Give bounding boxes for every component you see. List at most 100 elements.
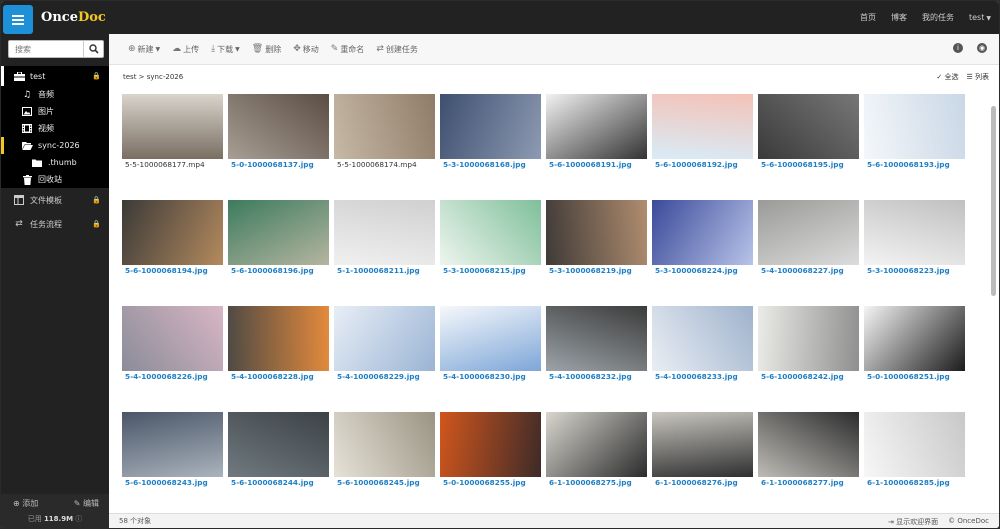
create-task-button[interactable]: ⇄ 创建任务: [376, 44, 418, 55]
image-thumbnail[interactable]: [334, 306, 435, 371]
file-tile[interactable]: 5-5-1000068174.mp4: [334, 94, 435, 192]
file-tile[interactable]: 6-1-1000068277.jpg: [758, 412, 859, 510]
tree-item-thumb[interactable]: .thumb: [1, 154, 109, 171]
info-icon[interactable]: i: [953, 43, 963, 53]
tree-item-images[interactable]: 图片: [1, 103, 109, 120]
image-thumbnail[interactable]: [122, 200, 223, 265]
image-thumbnail[interactable]: [652, 412, 753, 477]
image-thumbnail[interactable]: [334, 412, 435, 477]
image-thumbnail[interactable]: [758, 412, 859, 477]
tree-item-audio[interactable]: ♫ 音频: [1, 86, 109, 103]
file-name[interactable]: 5-3-1000068215.jpg: [443, 266, 526, 275]
file-tile[interactable]: 5-3-1000068224.jpg: [652, 200, 753, 298]
file-name[interactable]: 5-5-1000068177.mp4: [125, 160, 205, 169]
file-tile[interactable]: 5-1-1000068211.jpg: [334, 200, 435, 298]
file-tile[interactable]: 6-1-1000068275.jpg: [546, 412, 647, 510]
delete-button[interactable]: 🗑 删除: [252, 44, 281, 55]
file-name[interactable]: 5-6-1000068245.jpg: [337, 478, 420, 487]
list-view-button[interactable]: ☰ 列表: [966, 72, 989, 82]
breadcrumb[interactable]: test > sync-2026: [123, 73, 183, 81]
image-thumbnail[interactable]: [440, 94, 541, 159]
move-button[interactable]: ✥ 移动: [293, 44, 319, 55]
file-name[interactable]: 5-4-1000068230.jpg: [443, 372, 526, 381]
file-tile[interactable]: 5-6-1000068191.jpg: [546, 94, 647, 192]
video-thumbnail[interactable]: [334, 94, 435, 159]
file-name[interactable]: 5-4-1000068233.jpg: [655, 372, 738, 381]
file-tile[interactable]: 6-1-1000068285.jpg: [864, 412, 965, 510]
image-thumbnail[interactable]: [440, 200, 541, 265]
file-name[interactable]: 5-0-1000068251.jpg: [867, 372, 950, 381]
file-name[interactable]: 6-1-1000068275.jpg: [549, 478, 632, 487]
edit-button[interactable]: ✎ 编辑: [74, 498, 99, 509]
show-welcome-link[interactable]: ⇥ 显示欢迎界面: [888, 517, 938, 527]
file-name[interactable]: 5-3-1000068219.jpg: [549, 266, 632, 275]
image-thumbnail[interactable]: [546, 306, 647, 371]
file-name[interactable]: 5-0-1000068255.jpg: [443, 478, 526, 487]
add-button[interactable]: ⊕ 添加: [13, 498, 38, 509]
file-name[interactable]: 5-6-1000068243.jpg: [125, 478, 208, 487]
image-thumbnail[interactable]: [228, 94, 329, 159]
file-tile[interactable]: 5-4-1000068233.jpg: [652, 306, 753, 404]
file-tile[interactable]: 5-5-1000068177.mp4: [122, 94, 223, 192]
file-name[interactable]: 5-6-1000068242.jpg: [761, 372, 844, 381]
file-name[interactable]: 5-4-1000068226.jpg: [125, 372, 208, 381]
file-name[interactable]: 5-6-1000068191.jpg: [549, 160, 632, 169]
image-thumbnail[interactable]: [864, 306, 965, 371]
menu-toggle-button[interactable]: [3, 5, 33, 34]
file-name[interactable]: 5-6-1000068192.jpg: [655, 160, 738, 169]
file-tile[interactable]: 5-3-1000068223.jpg: [864, 200, 965, 298]
file-tile[interactable]: 6-1-1000068276.jpg: [652, 412, 753, 510]
file-tile[interactable]: 5-6-1000068194.jpg: [122, 200, 223, 298]
file-name[interactable]: 5-4-1000068228.jpg: [231, 372, 314, 381]
file-tile[interactable]: 5-6-1000068243.jpg: [122, 412, 223, 510]
section-file-templates[interactable]: 文件模板 🔒: [1, 188, 109, 212]
file-tile[interactable]: 5-0-1000068255.jpg: [440, 412, 541, 510]
image-thumbnail[interactable]: [122, 306, 223, 371]
image-thumbnail[interactable]: [758, 306, 859, 371]
search-input[interactable]: [9, 41, 83, 57]
video-thumbnail[interactable]: [122, 94, 223, 159]
download-button[interactable]: ⤓ 下载 ▼: [211, 44, 240, 55]
scrollbar[interactable]: [991, 106, 996, 296]
tree-item-recycle-bin[interactable]: 回收站: [1, 171, 109, 188]
file-tile[interactable]: 5-3-1000068168.jpg: [440, 94, 541, 192]
image-thumbnail[interactable]: [440, 412, 541, 477]
file-tile[interactable]: 5-6-1000068245.jpg: [334, 412, 435, 510]
image-thumbnail[interactable]: [228, 200, 329, 265]
eye-icon[interactable]: ◉: [977, 43, 987, 53]
file-tile[interactable]: 5-6-1000068195.jpg: [758, 94, 859, 192]
file-name[interactable]: 5-3-1000068168.jpg: [443, 160, 526, 169]
file-name[interactable]: 6-1-1000068277.jpg: [761, 478, 844, 487]
app-logo[interactable]: OnceDoc: [41, 10, 106, 25]
file-name[interactable]: 5-6-1000068244.jpg: [231, 478, 314, 487]
file-tile[interactable]: 5-4-1000068228.jpg: [228, 306, 329, 404]
image-thumbnail[interactable]: [864, 200, 965, 265]
file-name[interactable]: 5-3-1000068224.jpg: [655, 266, 738, 275]
file-name[interactable]: 5-4-1000068232.jpg: [549, 372, 632, 381]
image-thumbnail[interactable]: [122, 412, 223, 477]
file-tile[interactable]: 5-4-1000068229.jpg: [334, 306, 435, 404]
file-name[interactable]: 5-6-1000068193.jpg: [867, 160, 950, 169]
image-thumbnail[interactable]: [546, 94, 647, 159]
file-tile[interactable]: 5-3-1000068215.jpg: [440, 200, 541, 298]
file-tile[interactable]: 5-3-1000068219.jpg: [546, 200, 647, 298]
image-thumbnail[interactable]: [546, 412, 647, 477]
nav-blog-link[interactable]: 博客: [891, 12, 907, 23]
tree-item-sync-2026[interactable]: sync-2026: [1, 137, 109, 154]
file-name[interactable]: 5-3-1000068223.jpg: [867, 266, 950, 275]
file-name[interactable]: 6-1-1000068276.jpg: [655, 478, 738, 487]
file-tile[interactable]: 5-0-1000068251.jpg: [864, 306, 965, 404]
image-thumbnail[interactable]: [440, 306, 541, 371]
image-thumbnail[interactable]: [228, 306, 329, 371]
section-workflows[interactable]: ⇄ 任务流程 🔒: [1, 212, 109, 236]
user-menu[interactable]: test ▼: [969, 13, 991, 22]
image-thumbnail[interactable]: [864, 412, 965, 477]
file-name[interactable]: 6-1-1000068285.jpg: [867, 478, 950, 487]
file-tile[interactable]: 5-6-1000068193.jpg: [864, 94, 965, 192]
image-thumbnail[interactable]: [652, 306, 753, 371]
image-thumbnail[interactable]: [652, 94, 753, 159]
image-thumbnail[interactable]: [758, 94, 859, 159]
file-name[interactable]: 5-0-1000068137.jpg: [231, 160, 314, 169]
tree-root-test[interactable]: test 🔒: [1, 66, 109, 86]
image-thumbnail[interactable]: [228, 412, 329, 477]
